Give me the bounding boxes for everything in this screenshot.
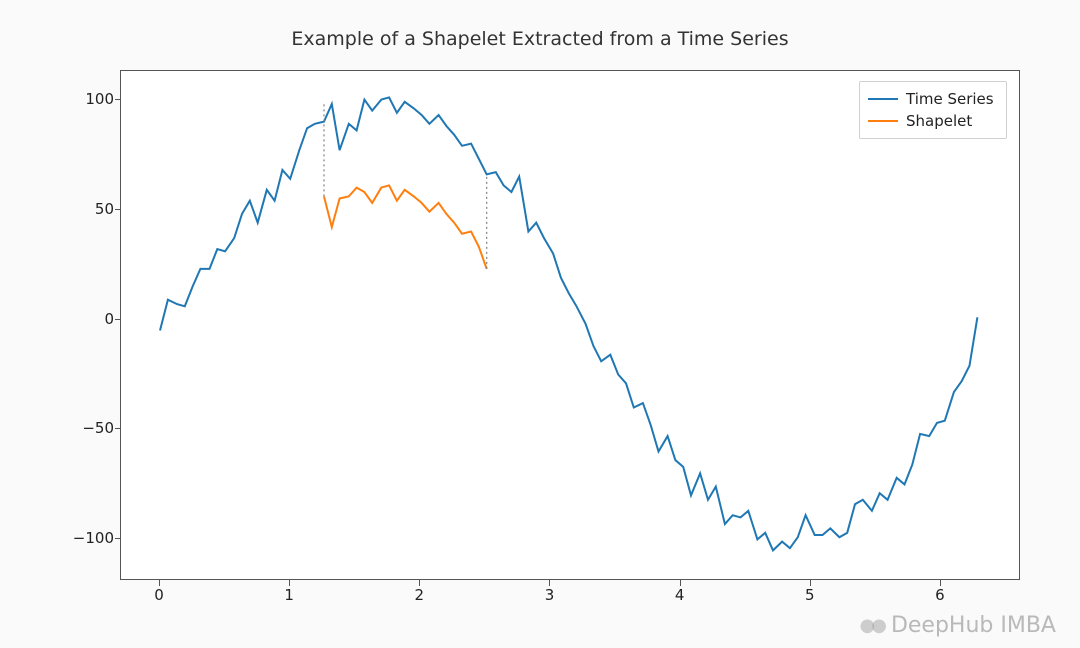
y-tick-label: 0: [64, 310, 114, 328]
x-tick-mark: [419, 580, 420, 586]
y-tick-mark: [115, 99, 121, 100]
x-tick-mark: [159, 580, 160, 586]
legend-entry-shapelet: Shapelet: [868, 110, 996, 132]
x-tick-label: 1: [284, 586, 294, 604]
legend-label: Shapelet: [906, 112, 972, 130]
legend-swatch: [868, 120, 898, 122]
x-tick-mark: [940, 580, 941, 586]
wechat-icon: ●●: [860, 615, 883, 636]
y-tick-label: −100: [64, 529, 114, 547]
x-tick-mark: [549, 580, 550, 586]
figure: Example of a Shapelet Extracted from a T…: [0, 0, 1080, 648]
x-tick-mark: [680, 580, 681, 586]
plot-svg: [121, 71, 1019, 579]
y-tick-mark: [115, 538, 121, 539]
legend-label: Time Series: [906, 90, 994, 108]
y-tick-label: 50: [64, 200, 114, 218]
x-tick-label: 3: [545, 586, 555, 604]
plot-area: Time Series Shapelet: [120, 70, 1020, 580]
x-tick-label: 6: [935, 586, 945, 604]
legend: Time Series Shapelet: [859, 81, 1007, 139]
x-tick-mark: [289, 580, 290, 586]
x-tick-label: 4: [675, 586, 685, 604]
x-tick-label: 5: [805, 586, 815, 604]
y-tick-mark: [115, 209, 121, 210]
y-tick-label: −50: [64, 419, 114, 437]
watermark-text: DeepHub IMBA: [891, 613, 1056, 638]
y-tick-mark: [115, 319, 121, 320]
legend-swatch: [868, 98, 898, 100]
chart-title: Example of a Shapelet Extracted from a T…: [0, 28, 1080, 50]
y-tick-mark: [115, 428, 121, 429]
x-tick-label: 2: [415, 586, 425, 604]
watermark: ●● DeepHub IMBA: [860, 613, 1056, 638]
x-tick-mark: [810, 580, 811, 586]
x-tick-label: 0: [154, 586, 164, 604]
legend-entry-time-series: Time Series: [868, 88, 996, 110]
y-tick-label: 100: [64, 90, 114, 108]
